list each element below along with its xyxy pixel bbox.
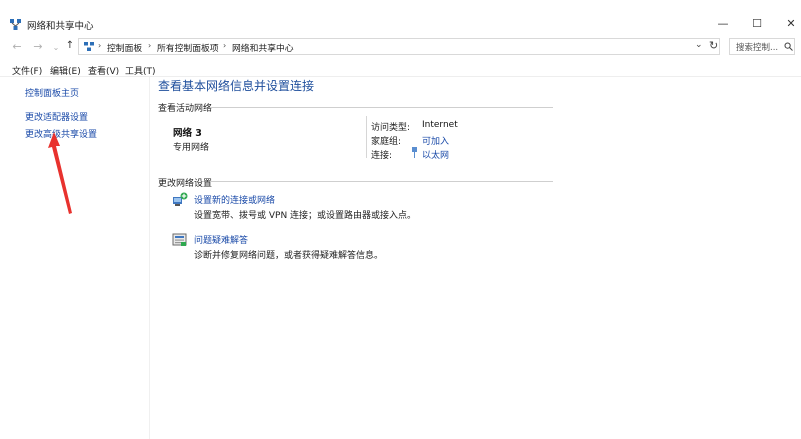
breadcrumb-network-center[interactable]: 网络和共享中心 xyxy=(232,41,294,54)
page-title: 查看基本网络信息并设置连接 xyxy=(158,79,315,93)
up-button[interactable]: ↑ xyxy=(63,40,77,51)
breadcrumb-separator: › xyxy=(223,41,227,50)
maximize-button[interactable]: ☐ xyxy=(740,12,774,36)
homegroup-label: 家庭组: xyxy=(371,137,402,147)
section-divider xyxy=(210,107,553,108)
left-link-change-adapter-settings[interactable]: 更改适配器设置 xyxy=(25,110,88,123)
network-sharing-center-icon xyxy=(10,19,21,30)
setup-new-connection-desc: 设置宽带、拨号或 VPN 连接；或设置路由器或接入点。 xyxy=(194,211,417,221)
access-type-value: Internet xyxy=(422,120,458,130)
search-placeholder: 搜索控制... xyxy=(736,43,779,53)
troubleshoot-desc: 诊断并修复网络问题，或者获得疑难解答信息。 xyxy=(194,251,384,261)
section-divider xyxy=(210,181,553,182)
refresh-button[interactable]: ↻ xyxy=(709,39,718,52)
setup-new-connection-link[interactable]: 设置新的连接或网络 xyxy=(194,193,275,206)
search-input[interactable]: 搜索控制... xyxy=(729,38,795,55)
ethernet-icon xyxy=(412,147,417,158)
pane-divider xyxy=(149,77,150,439)
new-connection-icon xyxy=(173,192,188,206)
network-info-divider xyxy=(366,116,367,158)
window-title: 网络和共享中心 xyxy=(27,21,94,32)
troubleshoot-icon xyxy=(172,233,187,246)
recent-locations-button[interactable]: ⌄ xyxy=(49,43,63,52)
breadcrumb-separator: › xyxy=(98,41,102,50)
annotation-arrow xyxy=(48,132,72,214)
close-button[interactable]: ✕ xyxy=(774,12,801,36)
menu-divider xyxy=(0,76,801,77)
title-bar: 网络和共享中心 — ☐ ✕ xyxy=(0,0,801,36)
change-settings-heading: 更改网络设置 xyxy=(158,179,213,189)
access-type-label: 访问类型: xyxy=(371,123,411,133)
breadcrumb-all-items[interactable]: 所有控制面板项 xyxy=(157,41,219,54)
network-type: 专用网络 xyxy=(173,143,210,153)
left-link-control-panel-home[interactable]: 控制面板主页 xyxy=(25,86,79,99)
address-dropdown-button[interactable]: ⌄ xyxy=(695,40,703,50)
connection-label: 连接: xyxy=(371,151,393,161)
breadcrumb-control-panel[interactable]: 控制面板 xyxy=(107,41,142,54)
minimize-button[interactable]: — xyxy=(706,12,740,36)
control-panel-icon xyxy=(84,42,94,51)
homegroup-link[interactable]: 可加入 xyxy=(422,134,449,147)
network-name: 网络 3 xyxy=(173,128,202,139)
search-icon xyxy=(784,42,793,51)
back-button[interactable]: ← xyxy=(10,40,24,53)
forward-button[interactable]: → xyxy=(31,40,45,53)
ethernet-link[interactable]: 以太网 xyxy=(422,148,449,161)
address-bar[interactable]: › 控制面板 › 所有控制面板项 › 网络和共享中心 ⌄ ↻ xyxy=(78,38,720,55)
breadcrumb-separator: › xyxy=(148,41,152,50)
active-networks-heading: 查看活动网络 xyxy=(158,104,213,114)
troubleshoot-link[interactable]: 问题疑难解答 xyxy=(194,233,248,246)
